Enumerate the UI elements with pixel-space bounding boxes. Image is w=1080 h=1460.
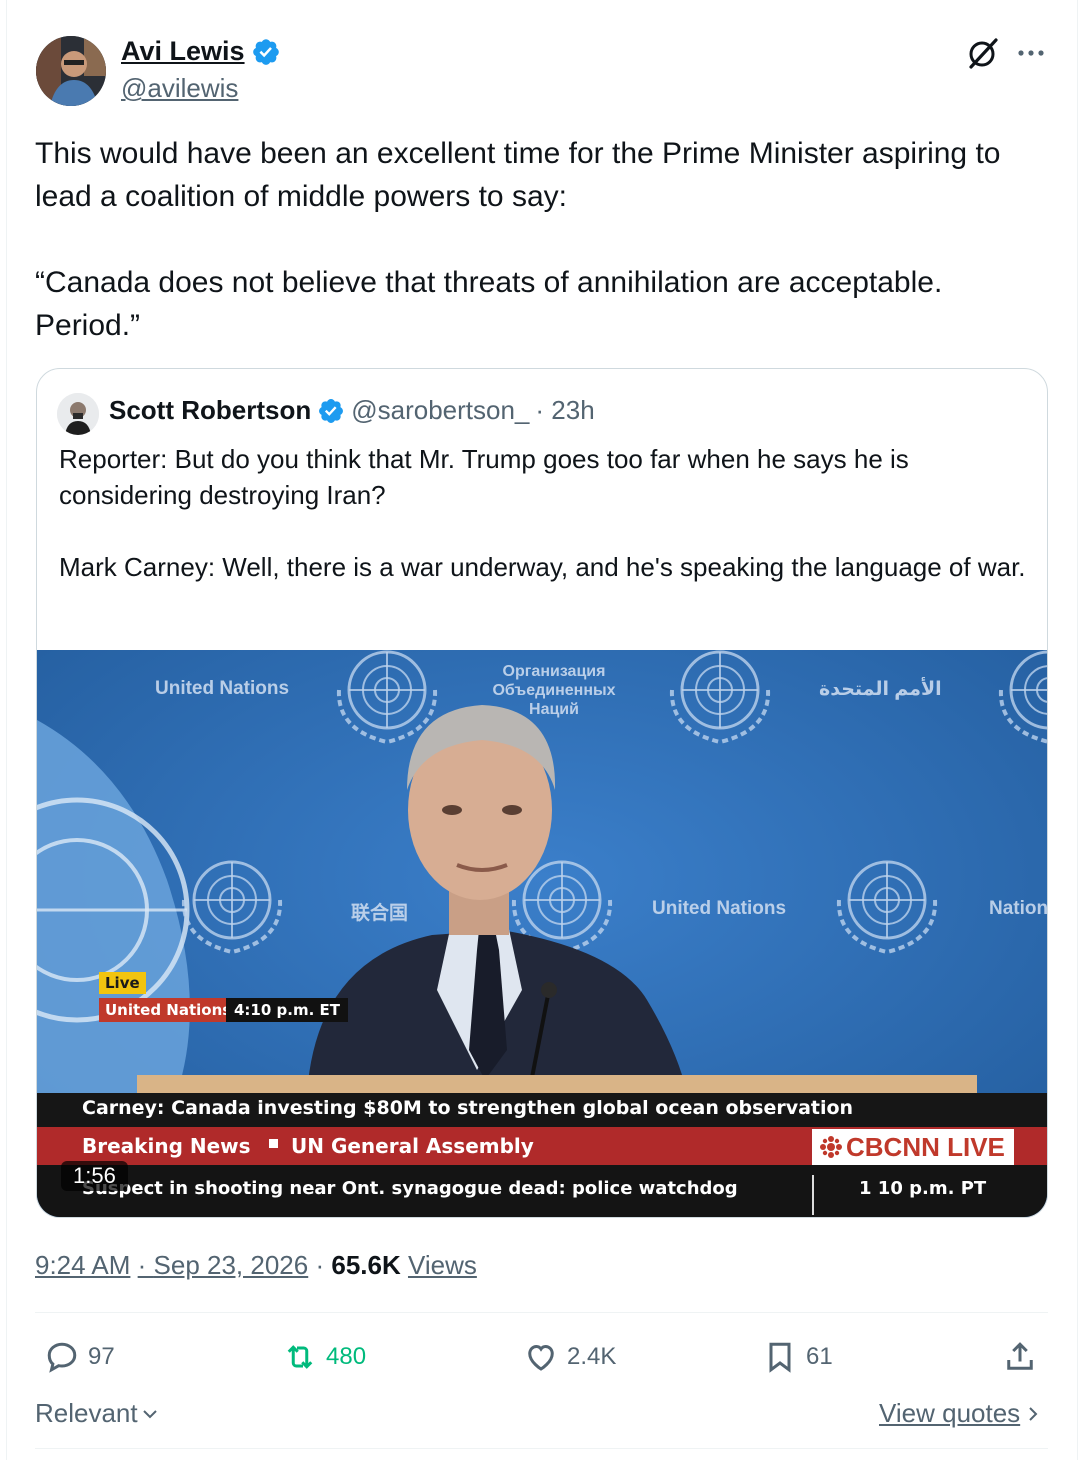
quoted-author-name: Scott Robertson <box>109 395 312 425</box>
backdrop-text: United Nations <box>652 898 787 919</box>
verified-badge-icon <box>252 38 279 65</box>
bookmark-button[interactable]: 61 <box>762 1339 833 1375</box>
breaking-news-label: Breaking News <box>82 1134 251 1158</box>
view-quotes-label: View quotes <box>879 1398 1021 1428</box>
network-name: CBCNN LIVE <box>846 1132 1005 1162</box>
tweet-paragraph: This would have been an excellent time f… <box>35 137 1001 213</box>
quoted-paragraph: Reporter: But do you think that Mr. Trum… <box>59 444 909 510</box>
quoted-author-avatar <box>57 393 99 435</box>
divider <box>35 1448 1048 1449</box>
heart-icon <box>528 1344 554 1371</box>
share-icon <box>1007 1342 1033 1370</box>
video-player[interactable]: United Nations Организация Объединенных … <box>37 650 1048 1217</box>
broadcast-time-tag: 4:10 p.m. ET <box>226 998 348 1022</box>
tweet-date[interactable]: Sep 23, 2026 <box>154 1250 309 1280</box>
ticker-bar: Suspect in shooting near Ont. synagogue … <box>37 1165 1047 1217</box>
tweet-paragraph: “Canada does not believe that threats of… <box>35 266 943 342</box>
headline-bar: Carney: Canada investing $80M to strengt… <box>37 1093 1047 1127</box>
backdrop-text: United Nations <box>155 678 290 699</box>
reply-count: 97 <box>88 1343 115 1370</box>
ticker-divider <box>812 1175 814 1215</box>
ticker-time: 1 10 p.m. PT <box>859 1178 987 1199</box>
bookmark-icon <box>769 1342 791 1373</box>
like-button[interactable]: 2.4K <box>523 1339 616 1375</box>
cbc-gem-icon <box>820 1136 842 1158</box>
headline-text: Carney: Canada investing $80M to strengt… <box>82 1097 854 1119</box>
backdrop-text: 联合国 <box>351 903 409 924</box>
repost-button[interactable]: 480 <box>282 1339 366 1375</box>
backdrop-text: Организация Объединенных Наций <box>492 663 616 718</box>
views-label[interactable]: Views <box>408 1250 477 1280</box>
network-logo: CBCNN LIVE <box>812 1129 1014 1165</box>
bookmark-count: 61 <box>806 1343 833 1370</box>
verified-badge-icon <box>319 398 344 423</box>
tweet-meta: 9:24 AM · Sep 23, 2026 · 65.6K Views <box>35 1250 477 1280</box>
sort-replies-button[interactable]: Relevant <box>35 1398 160 1429</box>
assembly-label: UN General Assembly <box>291 1134 534 1158</box>
repost-count: 480 <box>326 1343 367 1370</box>
divider <box>35 1312 1048 1313</box>
live-tag: Live <box>99 972 146 994</box>
author-handle[interactable]: @avilewis <box>121 73 238 104</box>
quoted-author-handle: @sarobertson_ <box>351 395 530 425</box>
sort-label: Relevant <box>35 1398 138 1428</box>
reply-button[interactable]: 97 <box>44 1339 115 1375</box>
grok-icon[interactable] <box>966 36 1000 70</box>
quoted-timestamp: · 23h <box>535 395 595 425</box>
tweet-time[interactable]: 9:24 AM <box>35 1250 130 1280</box>
tweet-text: This would have been an excellent time f… <box>35 132 1055 347</box>
chevron-right-icon <box>1029 1406 1038 1421</box>
backdrop-text: الأمم المتحدة <box>819 679 942 700</box>
backdrop-text: Nation <box>989 898 1048 919</box>
location-tag: United Nations <box>99 998 238 1022</box>
quoted-paragraph: Mark Carney: Well, there is a war underw… <box>59 552 1026 582</box>
views-count: 65.6K <box>331 1250 401 1280</box>
quoted-tweet-card[interactable]: Scott Robertson @sarobertson_ · 23h Repo… <box>36 368 1048 1218</box>
reply-icon <box>47 1342 77 1373</box>
view-quotes-link[interactable]: View quotes <box>879 1398 1040 1429</box>
author-name[interactable]: Avi Lewis <box>121 36 245 67</box>
video-duration: 1:56 <box>61 1161 128 1191</box>
action-bar: 97 480 2.4K 61 <box>0 1335 1080 1381</box>
bullet-icon <box>269 1139 278 1148</box>
author-avatar[interactable] <box>36 36 106 106</box>
chevron-down-icon <box>142 1409 157 1418</box>
quoted-tweet-text: Reporter: But do you think that Mr. Trum… <box>59 441 1029 585</box>
repost-icon <box>287 1345 313 1369</box>
share-button[interactable] <box>1002 1339 1038 1375</box>
more-options-icon[interactable] <box>1014 38 1048 68</box>
like-count: 2.4K <box>567 1343 617 1370</box>
ticker-text: Suspect in shooting near Ont. synagogue … <box>82 1178 738 1199</box>
